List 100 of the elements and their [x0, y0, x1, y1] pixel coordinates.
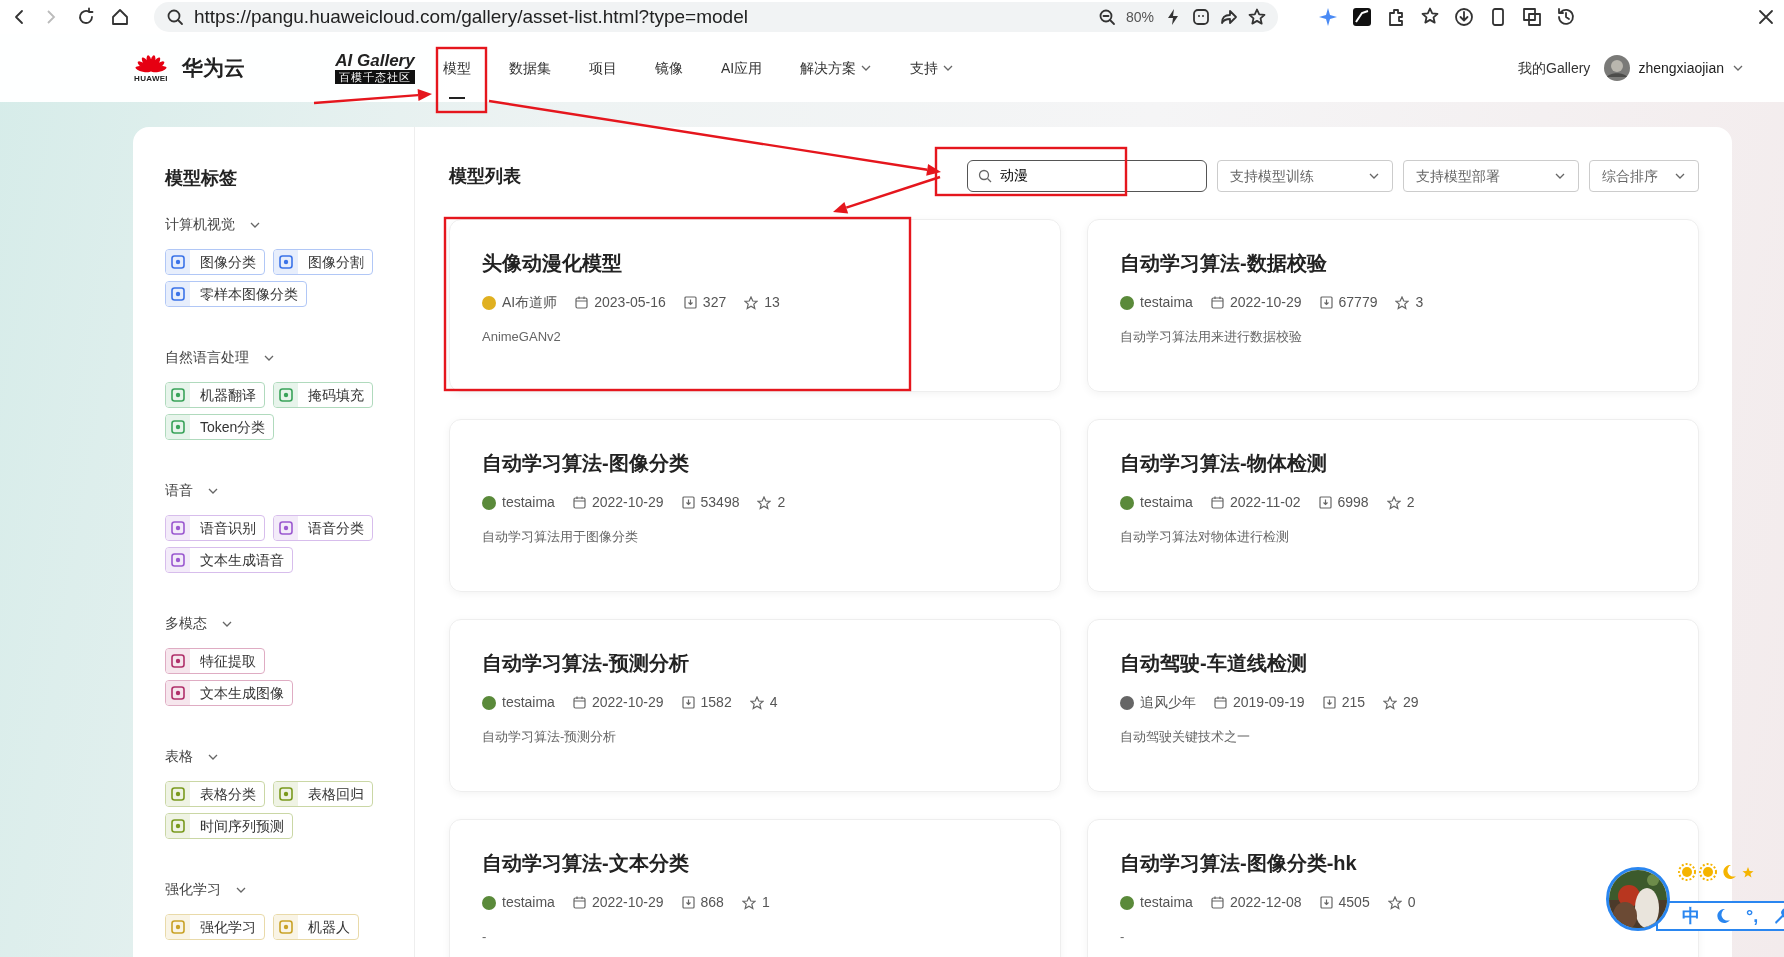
tag-chip[interactable]: 时间序列预测 [165, 813, 293, 839]
category-toggle[interactable]: 多模态 [165, 613, 233, 634]
card-title[interactable]: 自动学习算法-文本分类 [482, 848, 1028, 878]
tag-chip[interactable]: 语音分类 [273, 515, 373, 541]
nav-tab[interactable]: 解决方案 [800, 34, 873, 102]
calendar-icon [572, 896, 586, 909]
tag-chip[interactable]: 图像分割 [273, 249, 373, 275]
tag-chip[interactable]: 特征提取 [165, 648, 265, 674]
sparkle-icon[interactable] [1318, 7, 1338, 27]
download-icon [1319, 896, 1333, 909]
nav-tab[interactable]: 模型 [443, 34, 471, 102]
tag-chip[interactable]: 文本生成语音 [165, 547, 293, 573]
brand-name: 华为云 [182, 55, 245, 82]
card-title[interactable]: 自动学习算法-物体检测 [1120, 448, 1666, 478]
author-name: testaima [1140, 493, 1193, 512]
download-count: 215 [1341, 693, 1365, 712]
close-icon[interactable] [1756, 7, 1776, 27]
card-title[interactable]: 自动学习算法-图像分类 [482, 448, 1028, 478]
pen-icon[interactable] [1352, 7, 1372, 27]
my-gallery-link[interactable]: 我的Gallery [1518, 57, 1591, 79]
history-icon[interactable] [1556, 7, 1576, 27]
card-description: 自动学习算法对物体进行检测 [1120, 528, 1290, 546]
download-icon[interactable] [1454, 7, 1474, 27]
home-icon[interactable] [110, 7, 130, 27]
download-icon [1318, 496, 1332, 509]
tag-chip[interactable]: Token分类 [165, 414, 275, 440]
highlight-box [435, 46, 488, 114]
category-toggle[interactable]: 自然语言处理 [165, 347, 275, 368]
card-title[interactable]: 自动学习算法-数据校验 [1120, 248, 1666, 278]
reload-icon[interactable] [76, 7, 96, 27]
author-name: testaima [502, 693, 555, 712]
tag-chip[interactable]: 表格分类 [165, 781, 265, 807]
tag-chip[interactable]: 机器翻译 [165, 382, 265, 408]
card-title[interactable]: 自动驾驶-车道线检测 [1120, 648, 1666, 678]
category-toggle[interactable]: 表格 [165, 746, 219, 767]
model-card[interactable]: 自动驾驶-车道线检测 追风少年 2019-09-19 215 29 自动驾驶关键技术之一 [1087, 619, 1699, 792]
card-description: 自动学习算法用于图像分类 [482, 528, 639, 546]
windows-icon[interactable] [1522, 7, 1542, 27]
card-title[interactable]: 自动学习算法-预测分析 [482, 648, 1028, 678]
model-card[interactable]: 自动学习算法-文本分类 testaima 2022-10-29 868 1 - [449, 819, 1061, 957]
punctuation-button[interactable]: °, [1746, 902, 1759, 930]
share-icon[interactable] [1220, 8, 1238, 26]
dropdown[interactable]: 支持模型训练 [1217, 160, 1393, 192]
category-toggle[interactable]: 计算机视觉 [165, 214, 261, 235]
moon-icon[interactable] [1714, 907, 1732, 925]
tag-chip[interactable]: 机器人 [273, 914, 359, 940]
nav-tab[interactable]: 支持 [910, 34, 955, 102]
dropdown[interactable]: 综合排序 [1589, 160, 1699, 192]
card-description: 自动学习算法用来进行数据校验 [1120, 328, 1303, 346]
user-name[interactable]: zhengxiaojian [1638, 57, 1724, 79]
dropdown[interactable]: 支持模型部署 [1403, 160, 1579, 192]
star-icon [1395, 295, 1410, 310]
search-field[interactable]: 动漫 [967, 160, 1207, 192]
tag-chip[interactable]: 零样本图像分类 [165, 281, 307, 307]
card-title[interactable]: 头像动漫化模型 [482, 248, 1028, 278]
star-icon [749, 695, 764, 710]
zoom-out-icon[interactable] [1097, 8, 1116, 26]
author-name: testaima [1140, 893, 1193, 912]
address-bar[interactable]: https://pangu.huaweicloud.com/gallery/asset-list.html?type=model 80% [154, 2, 1278, 32]
favorite-count: 2 [1406, 493, 1415, 512]
face-icon[interactable] [1192, 8, 1210, 26]
model-card[interactable]: 自动学习算法-图像分类 testaima 2022-10-29 53498 2 自动学习算法用于图像分类 [449, 419, 1061, 592]
ime-mode-button[interactable]: 中 [1682, 902, 1700, 930]
moon-icon [1720, 863, 1738, 881]
model-card[interactable]: 自动学习算法-数据校验 testaima 2022-10-29 67779 3 自动学习算法用来进行数据校验 [1087, 219, 1699, 392]
card-title[interactable]: 自动学习算法-图像分类-hk [1120, 848, 1666, 878]
download-count: 67779 [1338, 293, 1378, 312]
download-count: 868 [700, 893, 724, 912]
author-name: AI布道师 [502, 293, 558, 312]
star-icon[interactable] [1248, 8, 1266, 26]
card-description: 自动学习算法-预测分析 [482, 728, 618, 746]
star-icon [741, 895, 756, 910]
favorite-count: 1 [761, 893, 770, 912]
category-toggle[interactable]: 语音 [165, 480, 219, 501]
tag-chip[interactable]: 表格回归 [273, 781, 373, 807]
zoom-level: 80% [1125, 7, 1154, 27]
tag-chip[interactable]: 文本生成图像 [165, 680, 293, 706]
star-icon [744, 295, 759, 310]
author-name: testaima [1140, 293, 1193, 312]
tag-chip[interactable]: 强化学习 [165, 914, 265, 940]
model-card[interactable]: 头像动漫化模型 AI布道师 2023-05-16 327 13 AnimeGANv2 [449, 219, 1061, 392]
tag-chip[interactable]: 语音识别 [165, 515, 265, 541]
nav-tab[interactable]: 数据集 [509, 34, 551, 102]
model-card[interactable]: 自动学习算法-预测分析 testaima 2022-10-29 1582 4 自动学习算法-预测分析 [449, 619, 1061, 792]
tag-chip[interactable]: 图像分类 [165, 249, 265, 275]
star-icon [1387, 895, 1402, 910]
favorite-count: 13 [764, 293, 780, 312]
nav-tab[interactable]: AI应用 [721, 34, 763, 102]
favorite-count: 3 [1415, 293, 1424, 312]
category-toggle[interactable]: 强化学习 [165, 879, 247, 900]
avatar-icon[interactable] [1604, 55, 1631, 81]
download-count: 4505 [1338, 893, 1370, 912]
calendar-icon [1210, 896, 1224, 909]
calendar-icon [1210, 296, 1224, 309]
nav-tab[interactable]: 镜像 [655, 34, 683, 102]
model-card[interactable]: 自动学习算法-物体检测 testaima 2022-11-02 6998 2 自动学习算法对物体进行检测 [1087, 419, 1699, 592]
card-description: - [482, 928, 488, 946]
puzzle-icon[interactable] [1386, 7, 1406, 27]
nav-tab[interactable]: 项目 [589, 34, 617, 102]
tag-chip[interactable]: 掩码填充 [273, 382, 373, 408]
